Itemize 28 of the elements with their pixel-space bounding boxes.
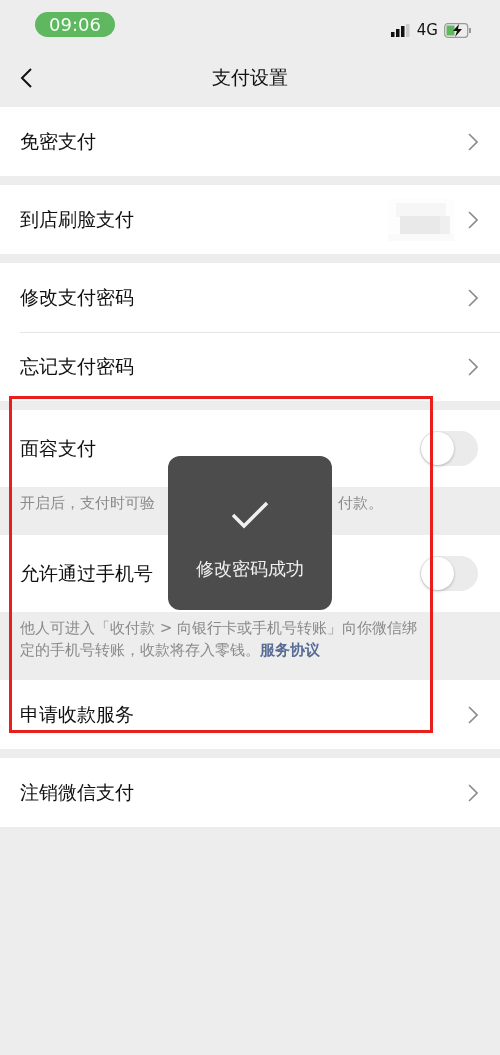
toast-message: 修改密码成功	[196, 557, 304, 581]
settings-row[interactable]: 申请收款服务	[0, 680, 500, 749]
setting-label: 面容支付	[20, 435, 96, 461]
settings-row[interactable]: 免密支付	[0, 107, 500, 176]
hint-text: 他人可进入「收付款 > 向银行卡或手机号转账」向你微信绑定的手机号转账，收款将存入零钱。服务协议	[19, 618, 419, 661]
page-title: 支付设置	[212, 64, 288, 90]
back-icon[interactable]	[20, 68, 32, 88]
network-type: 4G	[416, 21, 438, 39]
setting-label: 允许通过手机号	[20, 560, 153, 586]
status-time: 09:06	[35, 11, 115, 37]
battery-charging-icon	[444, 22, 472, 38]
chevron-right-icon	[468, 210, 478, 229]
chevron-right-icon	[468, 783, 478, 802]
hint-text: 开启后，支付时可验	[20, 493, 155, 514]
chevron-right-icon	[468, 357, 478, 376]
service-agreement-link[interactable]: 服务协议	[260, 641, 320, 659]
hint-text: 付款。	[338, 493, 383, 514]
chevron-right-icon	[468, 705, 478, 724]
settings-row[interactable]: 修改支付密码	[0, 263, 500, 332]
settings-row[interactable]: 忘记支付密码	[0, 332, 500, 401]
chevron-right-icon	[468, 288, 478, 307]
signal-icon	[390, 23, 411, 37]
chevron-right-icon	[468, 132, 478, 151]
toggle-switch[interactable]	[420, 556, 478, 591]
settings-row[interactable]: 注销微信支付	[0, 758, 500, 827]
checkmark-icon	[231, 501, 269, 529]
settings-row[interactable]: 到店刷脸支付	[0, 185, 500, 254]
toggle-switch[interactable]	[420, 431, 478, 466]
